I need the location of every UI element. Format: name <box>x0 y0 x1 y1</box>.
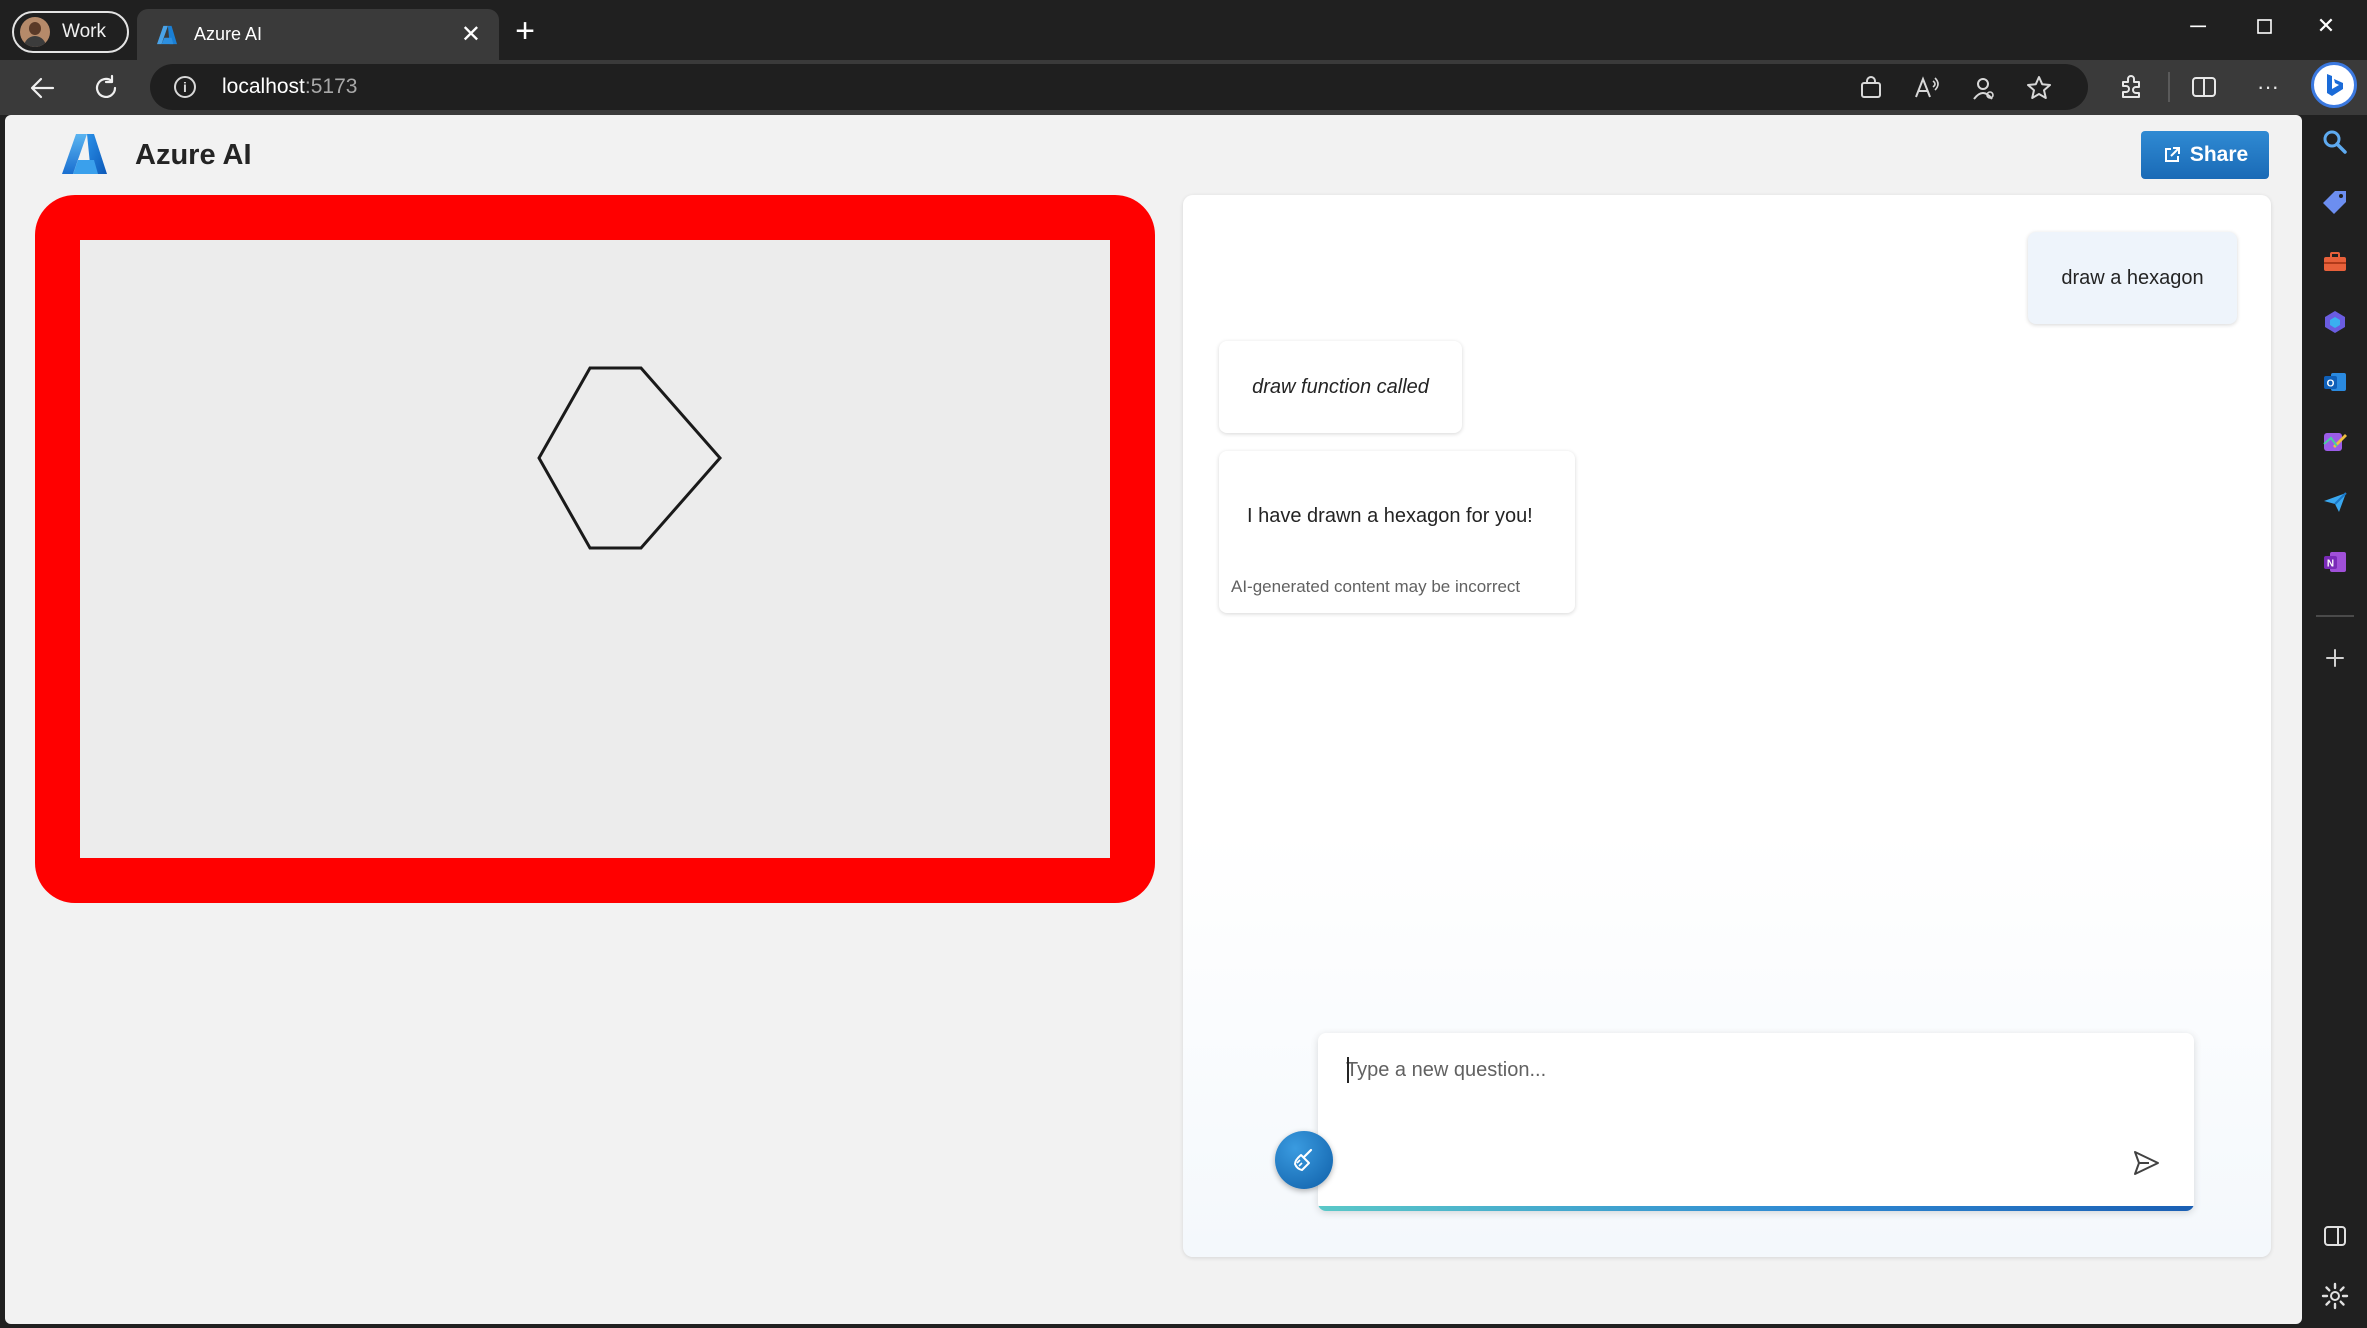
refresh-icon <box>95 74 117 99</box>
favorites-star-icon[interactable] <box>2025 74 2053 102</box>
send-arrow-icon <box>2134 1151 2159 1175</box>
back-arrow-icon <box>30 77 55 99</box>
profile-avatar <box>20 17 50 47</box>
shopping-bag-icon[interactable] <box>1857 74 1885 102</box>
share-label: Share <box>2189 143 2249 166</box>
assistant-message: I have drawn a hexagon for you! AI-gener… <box>1219 451 1575 613</box>
copilot-m365-icon[interactable] <box>2316 303 2354 341</box>
page-viewport: Azure AI Share draw a hexagon draw funct… <box>5 115 2302 1324</box>
refresh-button[interactable] <box>86 70 126 106</box>
designer-icon[interactable] <box>2316 423 2354 461</box>
browser-tab-azure-ai[interactable]: Azure AI ✕ <box>137 9 499 60</box>
broom-icon <box>1294 1148 1313 1171</box>
user-message-text: draw a hexagon <box>2061 266 2204 289</box>
split-screen-icon[interactable] <box>2187 70 2221 104</box>
close-window-button[interactable]: ✕ <box>2306 10 2346 42</box>
search-icon[interactable] <box>2316 123 2354 161</box>
profile-label: Work <box>62 21 106 42</box>
clear-chat-button[interactable] <box>1275 1131 1333 1189</box>
minimize-button[interactable]: ─ <box>2178 10 2218 42</box>
azure-logo-icon <box>157 25 177 44</box>
hexagon-shape <box>537 366 722 550</box>
onenote-icon[interactable]: N <box>2316 543 2354 581</box>
assistant-message-text: I have drawn a hexagon for you! <box>1247 505 1533 527</box>
svg-text:O: O <box>2327 379 2335 390</box>
read-aloud-icon[interactable] <box>1913 74 1941 102</box>
send-icon[interactable] <box>2316 483 2354 521</box>
send-button[interactable] <box>2126 1143 2166 1183</box>
sidebar-separator <box>2316 615 2354 617</box>
tab-title: Azure AI <box>194 24 263 44</box>
browser-title-bar: Work Azure AI ✕ + ─ ✕ <box>0 0 2367 60</box>
azure-logo-icon <box>62 134 107 174</box>
share-button[interactable]: Share <box>2141 131 2269 179</box>
browser-toolbar: i localhost:5173 ··· <box>0 60 2367 115</box>
extensions-icon[interactable] <box>2114 70 2148 104</box>
settings-icon[interactable] <box>2316 1277 2354 1315</box>
drawing-canvas[interactable] <box>80 240 1110 858</box>
function-call-message: draw function called <box>1219 341 1462 433</box>
copilot-icon[interactable] <box>2311 62 2357 108</box>
more-icon[interactable]: ··· <box>2251 70 2285 104</box>
add-icon[interactable] <box>2316 639 2354 677</box>
chat-panel: draw a hexagon draw function called I ha… <box>1183 195 2271 1257</box>
profile-button[interactable]: Work <box>12 11 129 53</box>
back-button[interactable] <box>22 70 62 106</box>
function-call-text: draw function called <box>1252 375 1429 398</box>
tag-icon[interactable] <box>2316 183 2354 221</box>
edge-sidebar: O N <box>2302 115 2367 1328</box>
address-bar[interactable]: i localhost:5173 <box>150 64 2088 110</box>
outlook-icon[interactable]: O <box>2316 363 2354 401</box>
toolbar-separator <box>2168 72 2170 102</box>
maximize-button[interactable] <box>2244 10 2284 42</box>
svg-text:N: N <box>2327 559 2334 570</box>
page-title: Azure AI <box>135 139 252 171</box>
performance-icon[interactable] <box>1969 74 1997 102</box>
input-underline <box>1318 1206 2194 1211</box>
user-message: draw a hexagon <box>2028 232 2237 324</box>
new-tab-button[interactable]: + <box>510 12 540 50</box>
close-tab-icon[interactable]: ✕ <box>461 22 481 47</box>
canvas-frame <box>35 195 1155 903</box>
sidebar-toggle-icon[interactable] <box>2316 1217 2354 1255</box>
question-input-container <box>1318 1033 2194 1211</box>
text-caret <box>1347 1057 1349 1083</box>
url-text[interactable]: localhost:5173 <box>222 75 357 99</box>
toolbox-icon[interactable] <box>2316 243 2354 281</box>
share-icon <box>2164 147 2180 162</box>
ai-disclaimer: AI-generated content may be incorrect <box>1231 577 1521 596</box>
site-info-icon[interactable]: i <box>174 76 196 98</box>
question-input[interactable] <box>1346 1053 2166 1087</box>
